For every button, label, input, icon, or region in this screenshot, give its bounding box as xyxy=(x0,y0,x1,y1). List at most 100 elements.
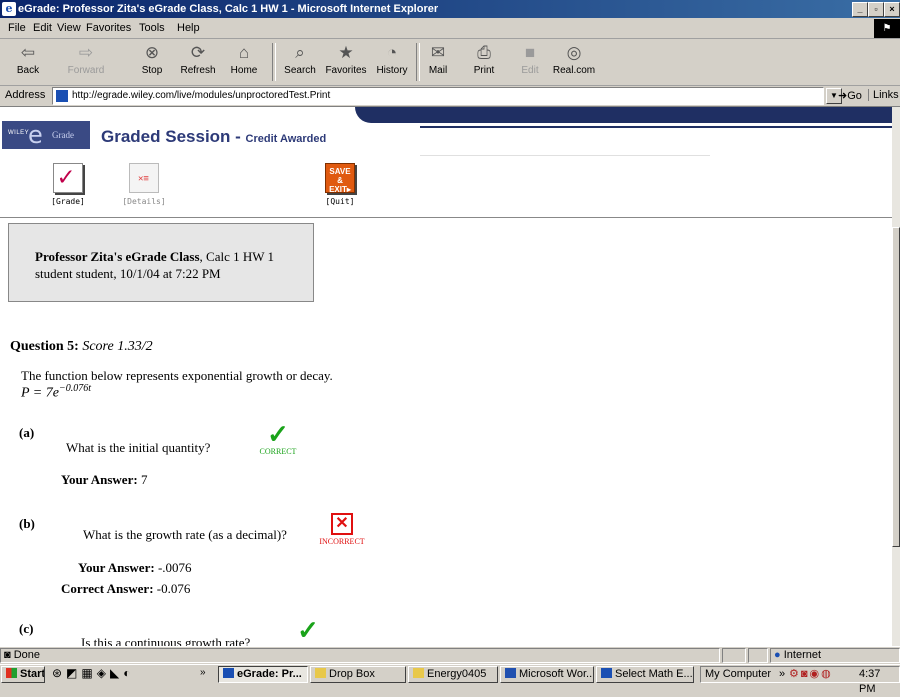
menu-help[interactable]: Help xyxy=(177,22,200,34)
toolbar-separator xyxy=(272,43,276,81)
taskbar: Start ⊛◩▦◈◣◐ » eGrade: Pr... Drop Box En… xyxy=(0,664,900,695)
menu-favorites[interactable]: Favorites xyxy=(86,22,131,34)
search-icon: ⌕ xyxy=(295,43,305,62)
part-c-label: (c) xyxy=(19,621,34,636)
tray-icons[interactable]: ⚙◙◉◍ xyxy=(789,667,833,682)
ie-icon xyxy=(601,668,612,678)
menu-view[interactable]: View xyxy=(57,22,81,34)
realcom-button[interactable]: ◎ Real.com xyxy=(552,41,596,83)
ie-icon: e xyxy=(2,2,16,16)
status-bar: ◙ Done ● Internet xyxy=(0,646,900,665)
part-b-correct-answer: Correct Answer: -0.076 xyxy=(61,581,191,596)
favorites-button[interactable]: ★ Favorites xyxy=(322,41,370,83)
edit-icon: ■ xyxy=(524,43,536,62)
search-button[interactable]: ⌕ Search xyxy=(278,41,322,83)
task-drop-box[interactable]: Drop Box xyxy=(310,666,406,683)
quick-launch-icons[interactable]: ⊛◩▦◈◣◐ xyxy=(52,666,134,680)
correct-check-icon: ✓ xyxy=(267,420,289,449)
scrollbar-thumb[interactable] xyxy=(892,227,900,547)
menu-edit[interactable]: Edit xyxy=(33,22,52,34)
window-title: eGrade: Professor Zita's eGrade Class, C… xyxy=(18,3,439,15)
quit-button[interactable]: SAVE & EXIT▸ [Quit] xyxy=(310,163,370,206)
quick-launch-more-icon[interactable]: » xyxy=(200,667,206,678)
tray-my-computer[interactable]: My Computer xyxy=(705,667,771,682)
toolbar: ⇦ Back ⇨ Forward ⊗ Stop ⟳ Refresh ⌂ Home… xyxy=(0,39,900,86)
minimize-button[interactable]: _ xyxy=(852,2,868,17)
egrade-header: WILEY e Grade Graded Session - Credit Aw… xyxy=(0,107,892,219)
class-name: Professor Zita's eGrade Class xyxy=(35,249,200,264)
part-b-label: (b) xyxy=(19,516,35,531)
status-text: ◙ Done xyxy=(0,648,720,663)
maximize-button[interactable]: ▫ xyxy=(868,2,884,17)
folder-icon xyxy=(413,668,424,678)
go-button[interactable]: ➜Go xyxy=(838,89,862,102)
windows-flag-icon: ⚑ xyxy=(874,19,900,38)
links-button[interactable]: Links xyxy=(868,89,899,101)
forward-arrow-icon: ⇨ xyxy=(78,43,94,62)
address-url: http://egrade.wiley.com/live/modules/unp… xyxy=(72,90,331,101)
folder-icon xyxy=(315,668,326,678)
question-title: Question 5: Score 1.33/2 xyxy=(10,339,153,354)
print-button[interactable]: ⎙ Print xyxy=(462,41,506,83)
session-status: Credit Awarded xyxy=(245,133,327,145)
task-energy0405[interactable]: Energy0405 xyxy=(408,666,498,683)
print-icon: ⎙ xyxy=(477,43,491,62)
details-button[interactable]: ✕≡ [Details] xyxy=(114,163,174,206)
page-icon xyxy=(56,90,68,102)
refresh-button[interactable]: ⟳ Refresh xyxy=(176,41,220,83)
realcom-icon: ◎ xyxy=(566,43,582,62)
back-button[interactable]: ⇦ Back xyxy=(6,41,50,83)
address-input[interactable]: http://egrade.wiley.com/live/modules/unp… xyxy=(52,87,824,105)
favorites-icon: ★ xyxy=(338,43,354,62)
history-button[interactable]: ◔ History xyxy=(370,41,414,83)
student-line: student student, 10/1/04 at 7:22 PM xyxy=(35,266,221,281)
status-pane xyxy=(722,648,746,663)
clock: 4:37 PM xyxy=(859,668,881,695)
task-microsoft-word[interactable]: Microsoft Wor... xyxy=(500,666,594,683)
part-a-question: What is the initial quantity? xyxy=(66,440,211,455)
part-c-question: Is this a continuous growth rate? xyxy=(81,635,251,646)
part-c-check-badge: ✓ xyxy=(290,616,326,645)
incorrect-x-icon: ✕ xyxy=(331,513,353,535)
header-divider xyxy=(420,155,710,156)
stop-button[interactable]: ⊗ Stop xyxy=(130,41,174,83)
session-info-box: Professor Zita's eGrade Class, Calc 1 HW… xyxy=(8,223,314,302)
header-stripe xyxy=(355,107,892,123)
save-exit-icon: SAVE & EXIT▸ xyxy=(325,163,355,194)
question-formula: P = 7e−0.076t xyxy=(21,383,91,401)
window-title-bar[interactable]: e eGrade: Professor Zita's eGrade Class,… xyxy=(0,0,900,18)
tray-more-icon[interactable]: » xyxy=(779,667,785,682)
home-icon: ⌂ xyxy=(238,43,250,62)
address-label: Address xyxy=(5,89,46,101)
vertical-scrollbar[interactable] xyxy=(892,107,900,646)
question-score: Score 1.33/2 xyxy=(82,339,153,354)
grade-check-icon: ✓ xyxy=(53,162,83,193)
history-icon: ◔ xyxy=(386,43,398,62)
part-b-your-answer: Your Answer: -.0076 xyxy=(78,560,192,575)
globe-icon: ● xyxy=(774,649,781,661)
header-bottom-rule xyxy=(0,217,892,218)
task-egrade[interactable]: eGrade: Pr... xyxy=(218,666,308,683)
start-button[interactable]: Start xyxy=(1,666,45,683)
correct-badge: ✓ CORRECT xyxy=(256,420,300,457)
windows-logo-icon xyxy=(6,668,17,678)
part-a-your-answer: Your Answer: 7 xyxy=(61,472,148,487)
address-bar: Address http://egrade.wiley.com/live/mod… xyxy=(0,86,900,107)
mail-button[interactable]: ✉ Mail xyxy=(416,41,460,83)
task-select-math[interactable]: Select Math E... xyxy=(596,666,694,683)
home-button[interactable]: ⌂ Home xyxy=(222,41,266,83)
header-stripe-line xyxy=(420,126,892,128)
menu-file[interactable]: File xyxy=(8,22,26,34)
menu-tools[interactable]: Tools xyxy=(139,22,165,34)
back-arrow-icon: ⇦ xyxy=(20,43,36,62)
stop-icon: ⊗ xyxy=(144,43,160,62)
done-page-icon: ◙ xyxy=(4,649,11,661)
close-button[interactable]: × xyxy=(884,2,900,17)
correct-check-icon: ✓ xyxy=(297,616,319,645)
forward-button[interactable]: ⇨ Forward xyxy=(64,41,108,83)
menu-bar: File Edit View Favorites Tools Help xyxy=(0,18,900,39)
grade-button[interactable]: ✓ [Grade] xyxy=(38,162,98,206)
assignment-name: , Calc 1 HW 1 xyxy=(199,249,275,264)
page-title: Graded Session - Credit Awarded xyxy=(101,127,327,146)
edit-button[interactable]: ■ Edit xyxy=(508,41,552,83)
